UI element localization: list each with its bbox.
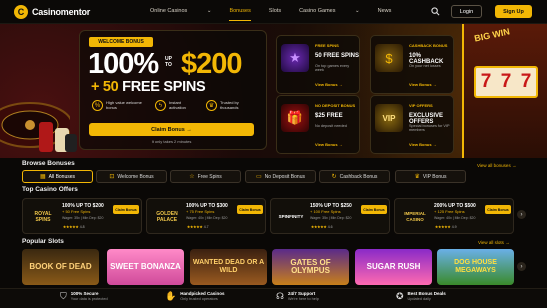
promo-card-free-spins[interactable]: ★ FREE SPINS 50 FREE SPINS On top games … (276, 35, 360, 94)
top-nav: C Casinomentor Online Casinos ⌄ Bonuses … (0, 0, 547, 24)
chip-no-deposit[interactable]: ▭ No Deposit Bonus (245, 170, 316, 183)
star-icon: ★ (281, 44, 309, 72)
slot-gates-of-olympus[interactable]: GATES OF OLYMPUS (272, 249, 349, 285)
promo-card-no-deposit[interactable]: 🎁 NO DEPOSIT BONUS $25 FREE No deposit n… (276, 95, 360, 154)
chip-free-spins[interactable]: ☆ Free Spins (170, 170, 241, 183)
offer-card[interactable]: GOLDEN PALACE 100% UP TO $300 + 75 Free … (146, 198, 266, 234)
crown-icon: ♛ (414, 174, 420, 180)
login-button[interactable]: Login (451, 5, 482, 18)
offer-card[interactable]: ROYAL SPINS 100% UP TO $200 + 50 Free Sp… (22, 198, 142, 234)
chip-cashback[interactable]: ↻ Cashback Bonus (319, 170, 390, 183)
footer-secure: ⛉ 100% Secure Your data is protected (60, 291, 108, 301)
headset-icon: ☊ (276, 291, 284, 301)
feature-high-value: % High value welcome bonus (92, 100, 142, 111)
trophy-icon: ♛ (206, 100, 217, 111)
promo-card-vip[interactable]: VIP VIP OFFERS EXCLUSIVE OFFERS Special … (370, 95, 454, 154)
grid-icon: ▦ (39, 174, 46, 180)
bonus-amount: $200 (181, 48, 243, 80)
coin-icon: $ (375, 44, 403, 72)
gift-icon: ⊡ (109, 174, 115, 180)
view-bonus-link[interactable]: View Bonus → (315, 142, 343, 147)
footer-handpicked: ✋ Handpicked Casinos Only trusted operato… (165, 291, 225, 301)
welcome-badge: WELCOME BONUS (89, 37, 153, 47)
up-to-label: UP TO (165, 56, 172, 68)
promo-card-cashback[interactable]: $ CASHBACK BONUS 10% CASHBACK On your ne… (370, 35, 454, 94)
logo-text: Casinomentor (32, 7, 91, 17)
slot-reels: 777 (474, 66, 538, 98)
claim-bonus-button[interactable]: Claim Bonus → (89, 123, 254, 136)
star-icon: ☆ (189, 174, 195, 180)
nav-slots[interactable]: Slots (269, 8, 281, 14)
search-icon[interactable] (431, 7, 440, 16)
slot-dog-house[interactable]: DOG HOUSE MEGAWAYS (437, 249, 514, 285)
slots-title: Popular Slots (22, 238, 64, 245)
nav-casino-games[interactable]: Casino Games ⌄ (299, 8, 360, 14)
offer-logo: SPINFINITY (278, 214, 304, 219)
claim-bonus-button[interactable]: Claim Bonus (113, 205, 139, 214)
logo[interactable]: C Casinomentor (14, 5, 90, 19)
feature-instant: ϟ Instant activation (155, 100, 194, 111)
slots-next-arrow-icon[interactable]: › (517, 262, 526, 271)
rating: ★★★★★ 4.7 (187, 225, 209, 229)
chips-stack-image (39, 122, 77, 152)
nav-links: Online Casinos ⌄ Bonuses Slots Casino Ga… (150, 8, 409, 21)
free-spins-line: + 50 FREE SPINS (91, 79, 206, 95)
view-all-slots-link[interactable]: View all slots → (478, 240, 510, 245)
view-bonus-link[interactable]: View Bonus → (409, 142, 437, 147)
nav-bonuses[interactable]: Bonuses (229, 8, 252, 21)
slot-sugar-rush[interactable]: SUGAR RUSH (355, 249, 432, 285)
logo-mark: C (14, 5, 28, 19)
offers-next-arrow-icon[interactable]: › (517, 210, 526, 219)
view-bonus-link[interactable]: View Bonus → (409, 82, 437, 87)
bolt-icon: ϟ (155, 100, 166, 111)
medal-icon: ✪ (396, 291, 404, 301)
offer-logo: ROYAL SPINS (34, 211, 52, 223)
claim-note: It only takes 2 minutes (151, 139, 192, 144)
gift-icon: 🎁 (281, 104, 309, 132)
view-bonus-link[interactable]: View Bonus → (315, 82, 343, 87)
nav-online-casinos[interactable]: Online Casinos ⌄ (150, 8, 211, 14)
hand-icon: ✋ (165, 291, 177, 301)
footer-best-deals: ✪ Best Bonus Deals Updated daily (396, 291, 446, 301)
bonus-percent: 100% (88, 48, 159, 80)
rating: ★★★★★ 4.8 (63, 225, 85, 229)
offer-card[interactable]: SPINFINITY 150% UP TO $250 + 100 Free Sp… (270, 198, 390, 234)
claim-bonus-button[interactable]: Claim Bonus (237, 205, 263, 214)
chip-vip[interactable]: ♛ VIP Bonus (395, 170, 466, 183)
claim-bonus-button[interactable]: Claim Bonus (485, 205, 511, 214)
feature-trusted: ♛ Trusted by thousands (206, 100, 250, 111)
rating: ★★★★★ 4.9 (435, 225, 457, 229)
offers-title: Top Casino Offers (22, 186, 78, 193)
refresh-icon: ↻ (331, 174, 337, 180)
offer-logo: IMPERIAL CASINO (404, 211, 426, 222)
wallet-icon: ▭ (256, 174, 262, 180)
chip-all-bonuses[interactable]: ▦ All Bonuses (22, 170, 93, 183)
nav-news[interactable]: News (378, 8, 392, 14)
percent-icon: % (92, 100, 103, 111)
chip-welcome[interactable]: ⊡ Welcome Bonus (96, 170, 167, 183)
slot-sweet-bonanza[interactable]: SWEET BONANZA (107, 249, 184, 285)
rating: ★★★★★ 4.6 (311, 225, 333, 229)
slot-book-of-dead[interactable]: BOOK OF DEAD (22, 249, 99, 285)
view-all-bonuses-link[interactable]: View all bonuses → (477, 163, 516, 168)
vip-icon: VIP (375, 104, 403, 132)
shield-icon: ⛉ (60, 291, 67, 301)
offer-card[interactable]: IMPERIAL CASINO 200% UP TO $500 + 125 Fr… (394, 198, 514, 234)
claim-bonus-button[interactable]: Claim Bonus (361, 205, 387, 214)
browse-title: Browse Bonuses (22, 160, 75, 167)
footer-support: ☊ 24/7 Support We're here to help (276, 291, 319, 301)
offer-logo: GOLDEN PALACE (156, 211, 178, 223)
signup-button[interactable]: Sign Up (495, 5, 532, 18)
slot-wanted-dead[interactable]: WANTED DEAD OR A WILD (190, 249, 267, 285)
